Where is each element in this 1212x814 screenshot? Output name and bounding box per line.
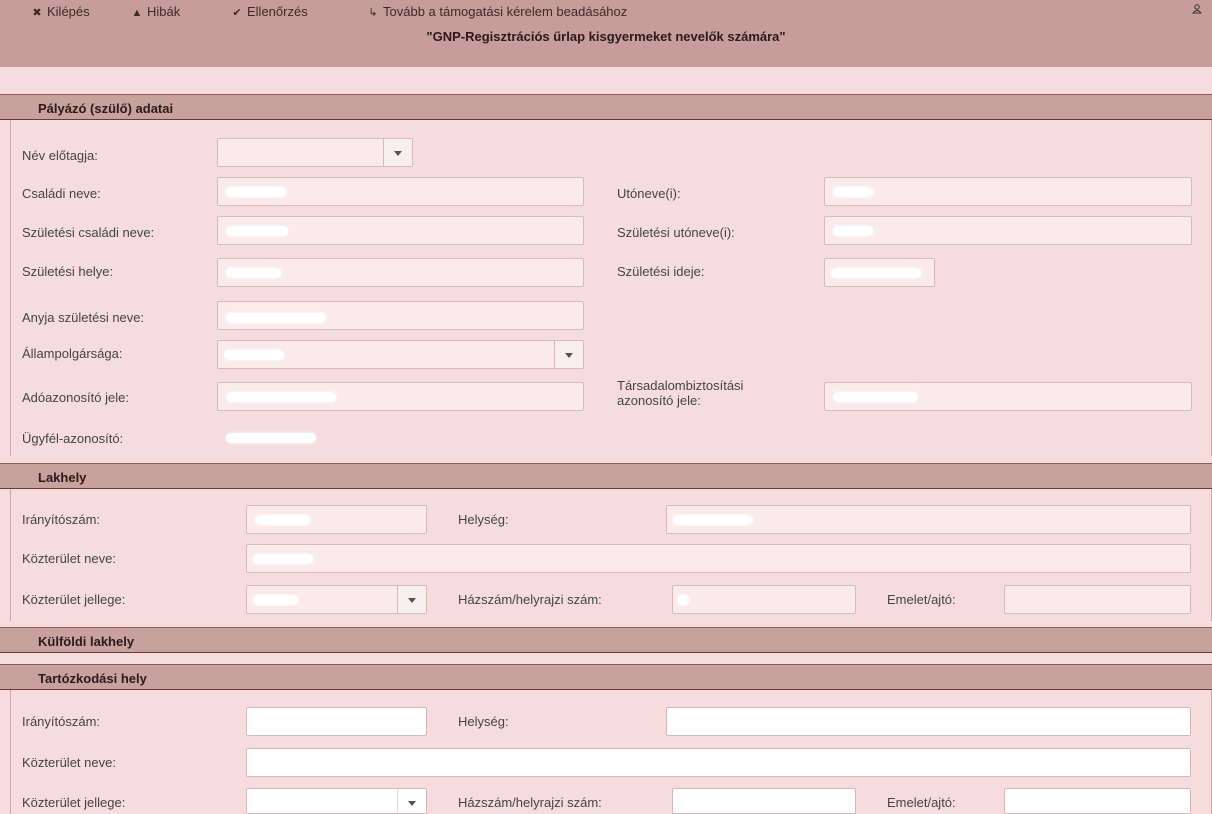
label-zip: Irányítószám: [22, 512, 101, 527]
label-name-prefix: Név előtagja: [22, 148, 98, 163]
page-title: "GNP-Regisztrációs űrlap kisgyermeket ne… [426, 29, 786, 44]
ssn-input[interactable] [824, 382, 1192, 411]
stay-city-input[interactable] [666, 707, 1191, 736]
city-input[interactable] [666, 505, 1191, 534]
citizenship-select[interactable] [217, 340, 584, 369]
label-mother-name: Anyja születési neve: [22, 310, 145, 325]
user-icon[interactable] [1192, 4, 1202, 14]
label-house-number: Házszám/helyrajzi szám: [458, 592, 602, 607]
label-stay-street-name: Közterület neve: [22, 755, 116, 770]
label-street-name: Közterület neve: [22, 551, 116, 566]
stay-street-name-input[interactable] [246, 748, 1191, 777]
floor-door-input[interactable] [1004, 585, 1191, 614]
chevron-down-icon [397, 586, 426, 613]
name-prefix-select[interactable] [217, 138, 413, 167]
label-city: Helység: [458, 512, 509, 527]
label-stay-house-number: Házszám/helyrajzi szám: [458, 795, 602, 810]
section-stay[interactable]: Tartózkodási hely [0, 664, 1212, 690]
label-stay-street-type: Közterület jellege: [22, 795, 126, 810]
label-floor-door: Emelet/ajtó: [887, 592, 956, 607]
birth-place-input[interactable] [217, 258, 584, 287]
birth-family-name-input[interactable] [217, 216, 584, 245]
label-stay-floor-door: Emelet/ajtó: [887, 795, 956, 810]
spacer [0, 68, 1212, 94]
label-family-name: Családi neve: [22, 186, 101, 201]
section-applicant[interactable]: Pályázó (szülő) adatai [0, 94, 1212, 120]
client-id-value [226, 433, 316, 443]
section-residence[interactable]: Lakhely [0, 463, 1212, 489]
stay-zip-input[interactable] [246, 707, 427, 736]
label-ssn: Társadalombiztosítási azonosító jele: [617, 378, 744, 408]
given-names-input[interactable] [824, 177, 1192, 206]
toolbar: ✖ Kilépés ▲ Hibák ✔ Ellenőrzés ↳ Tovább a tá… [0, 0, 1212, 23]
street-name-input[interactable] [246, 544, 1191, 573]
close-icon: ✖ [32, 7, 42, 19]
mother-name-input[interactable] [217, 301, 584, 330]
warning-icon: ▲ [131, 7, 143, 19]
label-street-type: Közterület jellege: [22, 592, 126, 607]
chevron-down-icon [383, 139, 412, 166]
chevron-down-icon [397, 789, 426, 813]
label-birth-date: Születési ideje: [617, 264, 705, 279]
house-number-input[interactable] [672, 585, 856, 614]
family-name-input[interactable] [217, 177, 584, 206]
label-tax-id: Adóazonosító jele: [22, 390, 129, 405]
label-citizenship: Állampolgársága: [22, 346, 123, 361]
check-button[interactable]: ✔ Ellenőrzés [230, 4, 307, 19]
zip-input[interactable] [246, 505, 427, 534]
chevron-down-icon [554, 341, 583, 368]
next-button[interactable]: ↳ Tovább a támogatási kérelem beadásához [366, 4, 627, 19]
stay-house-number-input[interactable] [672, 788, 856, 814]
label-client-id: Ügyfél-azonosító: [22, 431, 124, 446]
birth-given-names-input[interactable] [824, 216, 1192, 245]
stay-street-type-select[interactable] [246, 788, 427, 814]
tax-id-input[interactable] [217, 382, 584, 411]
checkmark-icon: ✔ [232, 7, 242, 19]
stay-floor-door-input[interactable] [1004, 788, 1191, 814]
section-foreign-residence[interactable]: Külföldi lakhely [0, 627, 1212, 653]
label-birth-place: Születési helye: [22, 264, 114, 279]
exit-button[interactable]: ✖ Kilépés [30, 4, 89, 19]
label-birth-given-names: Születési utóneve(i): [617, 225, 735, 240]
label-birth-family-name: Születési családi neve: [22, 225, 155, 240]
street-type-select[interactable] [246, 585, 427, 614]
label-stay-zip: Irányítószám: [22, 714, 101, 729]
label-stay-city: Helység: [458, 714, 509, 729]
label-given-names: Utóneve(i): [617, 186, 681, 201]
errors-button[interactable]: ▲ Hibák [130, 4, 181, 19]
birth-date-input[interactable] [824, 258, 935, 287]
forward-arrow-icon: ↳ [368, 7, 378, 19]
